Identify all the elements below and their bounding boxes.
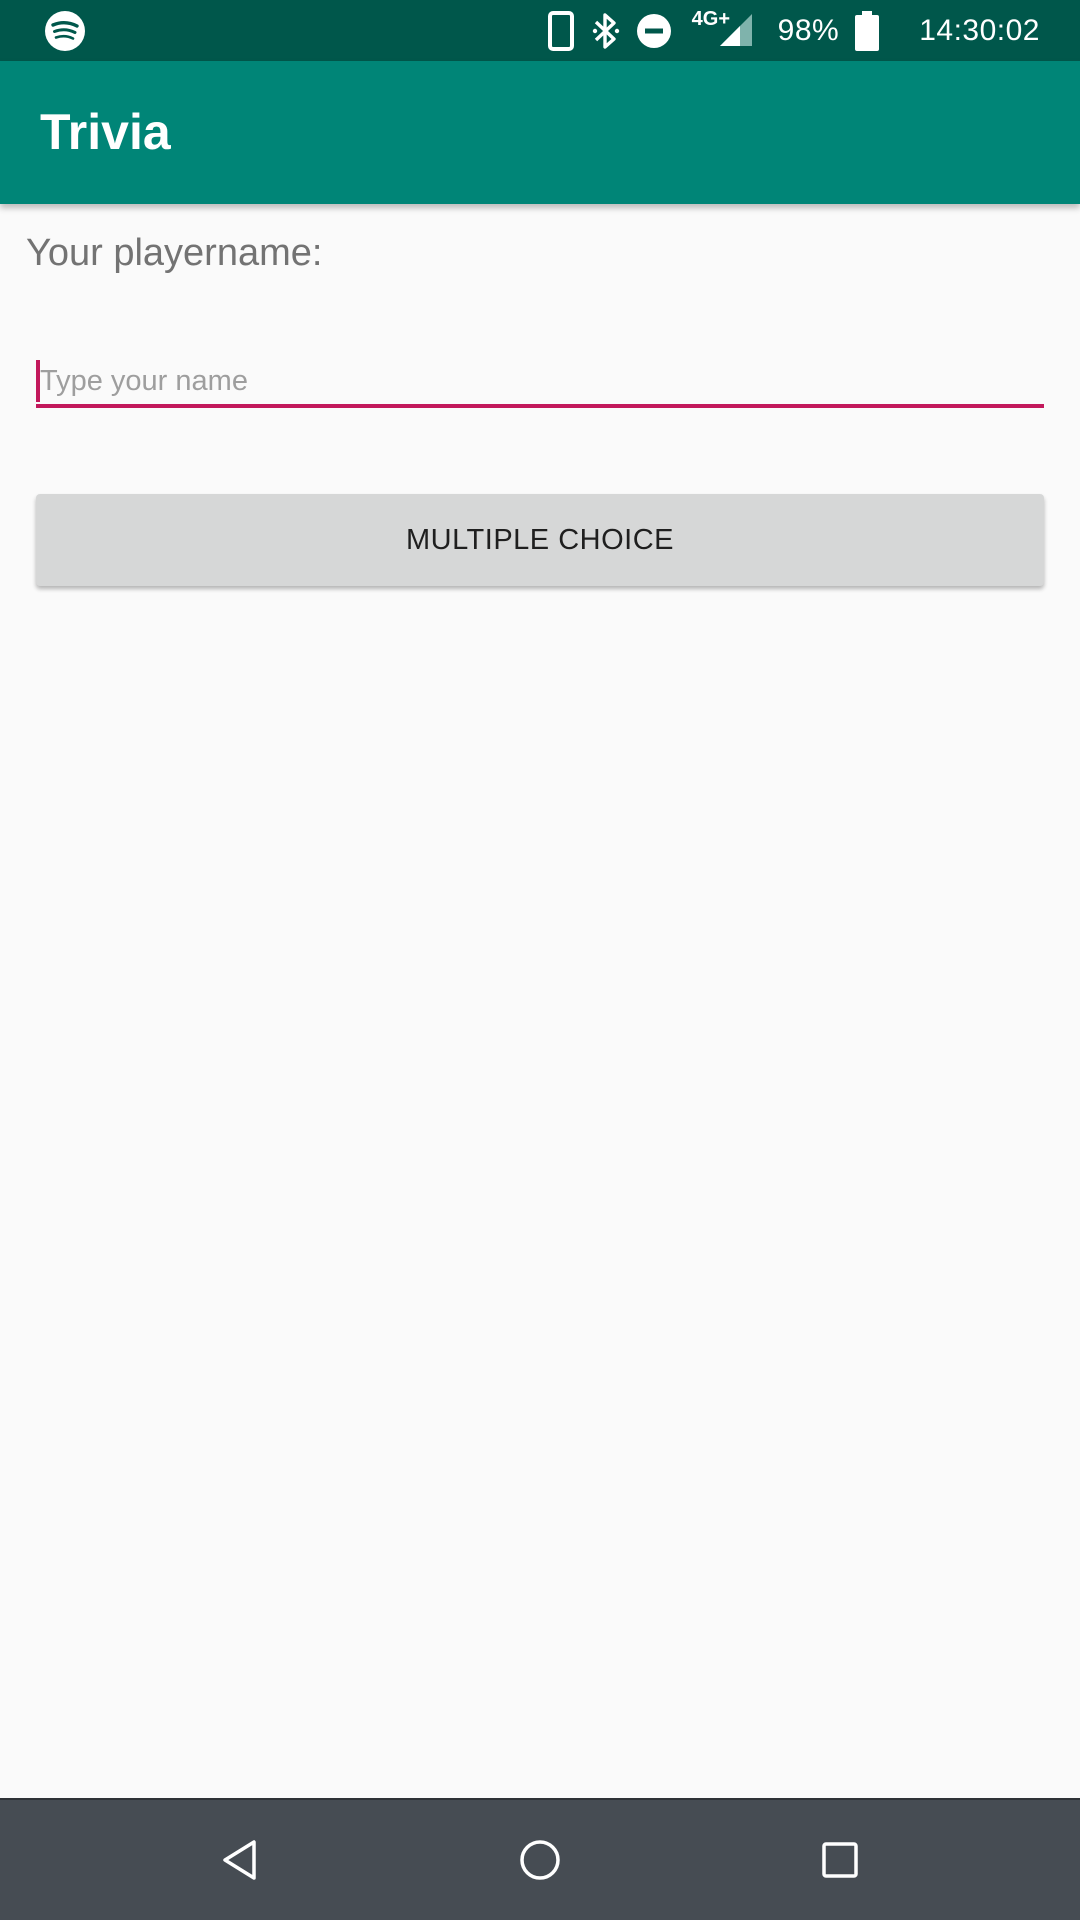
multiple-choice-button[interactable]: MULTIPLE CHOICE — [36, 494, 1044, 586]
phone-icon — [547, 10, 574, 51]
recents-icon[interactable] — [808, 1828, 872, 1892]
name-field[interactable] — [36, 355, 1044, 411]
app-title: Trivia — [40, 104, 171, 160]
app-bar: Trivia — [0, 61, 1080, 204]
navigation-bar — [0, 1798, 1080, 1920]
status-bar: 4G+ 98% 14:30:02 — [0, 0, 1080, 61]
battery-icon — [855, 10, 880, 51]
input-underline — [36, 404, 1044, 408]
home-icon[interactable] — [508, 1828, 572, 1892]
battery-percent: 98% — [777, 13, 840, 47]
spotify-icon — [44, 10, 86, 52]
back-icon[interactable] — [208, 1828, 272, 1892]
bluetooth-icon — [592, 11, 620, 51]
signal-icon: 4G+ — [692, 0, 752, 61]
name-input[interactable] — [36, 355, 1044, 407]
screen: 4G+ 98% 14:30:02 Trivia Your playername: — [0, 0, 1080, 1920]
playername-label: Your playername: — [26, 232, 323, 274]
clock: 14:30:02 — [919, 13, 1040, 47]
status-icons: 4G+ 98% 14:30:02 — [547, 0, 1040, 61]
do-not-disturb-icon — [636, 13, 672, 49]
